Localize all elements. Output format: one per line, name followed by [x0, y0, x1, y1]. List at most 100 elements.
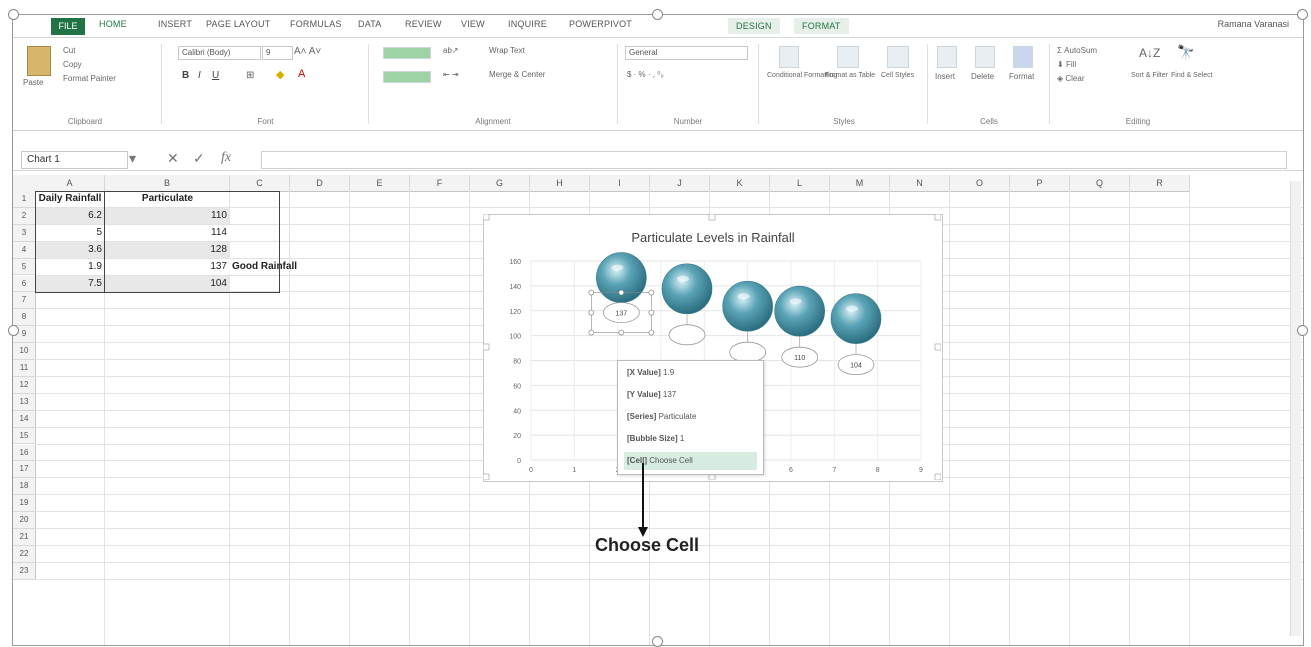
- column-header-d[interactable]: D: [290, 175, 350, 192]
- tab-insert[interactable]: INSERT: [158, 19, 192, 29]
- format-cells-icon[interactable]: [1013, 46, 1033, 68]
- row-header-11[interactable]: 11: [13, 360, 36, 377]
- chart-resize-handle[interactable]: [483, 343, 490, 351]
- menu-item-series[interactable]: [Series] Particulate: [624, 408, 757, 426]
- menu-item-x-value[interactable]: [X Value] 1.9: [624, 364, 757, 382]
- row-header-4[interactable]: 4: [13, 241, 36, 259]
- row-header-15[interactable]: 15: [13, 427, 36, 445]
- column-header-m[interactable]: M: [830, 175, 890, 192]
- orientation-icon[interactable]: ab↗: [443, 46, 459, 55]
- row-header-8[interactable]: 8: [13, 309, 36, 327]
- selection-handle[interactable]: [588, 329, 595, 336]
- row-header-12[interactable]: 12: [13, 376, 36, 394]
- selection-handle[interactable]: [588, 289, 595, 296]
- row-header-1[interactable]: 1: [13, 191, 36, 208]
- resize-handle-right[interactable]: [1297, 325, 1308, 336]
- tab-file[interactable]: FILE: [51, 18, 85, 35]
- selection-handle[interactable]: [618, 329, 625, 336]
- column-header-a[interactable]: A: [35, 175, 105, 192]
- column-header-j[interactable]: J: [650, 175, 710, 192]
- autosum-button[interactable]: Σ AutoSum: [1057, 46, 1097, 55]
- tab-view[interactable]: VIEW: [461, 19, 485, 29]
- find-icon[interactable]: 🔭: [1177, 44, 1194, 61]
- row-header-13[interactable]: 13: [13, 393, 36, 411]
- underline-icon[interactable]: U: [212, 70, 219, 81]
- selection-handle[interactable]: [648, 289, 655, 296]
- row-header-6[interactable]: 6: [13, 275, 36, 293]
- number-format-combo[interactable]: General: [625, 46, 748, 60]
- format-painter-button[interactable]: Format Painter: [63, 74, 116, 83]
- tab-powerpivot[interactable]: POWERPIVOT: [569, 19, 632, 29]
- data-label-text[interactable]: 137: [615, 311, 627, 318]
- menu-item-y-value[interactable]: [Y Value] 137: [624, 386, 757, 404]
- insert-function-icon[interactable]: fx: [221, 150, 231, 166]
- resize-handle-top-right[interactable]: [1297, 9, 1308, 20]
- row-header-20[interactable]: 20: [13, 512, 36, 529]
- insert-button[interactable]: Insert: [935, 72, 955, 81]
- column-header-f[interactable]: F: [410, 175, 470, 192]
- sort-filter-icon[interactable]: A↓Z: [1139, 46, 1160, 60]
- tab-review[interactable]: REVIEW: [405, 19, 442, 29]
- data-label-text[interactable]: 104: [850, 363, 862, 370]
- selection-handle[interactable]: [648, 309, 655, 316]
- name-box-dropdown-icon[interactable]: ▾: [129, 150, 136, 167]
- paste-icon[interactable]: [27, 46, 51, 76]
- currency-icon[interactable]: $ · % · , ⁰₀: [627, 70, 664, 79]
- bubble-point[interactable]: [661, 263, 713, 315]
- cut-button[interactable]: Cut: [63, 46, 75, 55]
- clear-button[interactable]: ◈ Clear: [1057, 74, 1085, 83]
- select-all-corner[interactable]: [13, 175, 36, 192]
- bubble-point[interactable]: [722, 280, 773, 332]
- fill-color-icon[interactable]: ◆: [276, 68, 284, 81]
- menu-item-bubble-size[interactable]: [Bubble Size] 1: [624, 430, 757, 448]
- row-header-10[interactable]: 10: [13, 343, 36, 360]
- format-button[interactable]: Format: [1009, 72, 1034, 81]
- row-header-17[interactable]: 17: [13, 461, 36, 479]
- borders-icon[interactable]: ⊞: [246, 70, 254, 81]
- column-header-r[interactable]: R: [1130, 175, 1190, 192]
- cancel-icon[interactable]: ✕: [167, 150, 179, 167]
- indent-icon[interactable]: ⇤ ⇥: [443, 70, 459, 79]
- chart-resize-handle[interactable]: [934, 214, 941, 221]
- column-header-e[interactable]: E: [350, 175, 410, 192]
- delete-cells-icon[interactable]: [975, 46, 995, 68]
- chart-resize-handle[interactable]: [483, 214, 490, 221]
- tab-formulas[interactable]: FORMULAS: [290, 19, 342, 29]
- row-header-21[interactable]: 21: [13, 529, 36, 546]
- font-grow-icon[interactable]: A˄ A˅: [294, 46, 321, 57]
- column-header-p[interactable]: P: [1010, 175, 1070, 192]
- conditional-formatting-icon[interactable]: [779, 46, 799, 68]
- font-color-icon[interactable]: A: [298, 68, 305, 80]
- row-header-22[interactable]: 22: [13, 545, 36, 563]
- merge-center-button[interactable]: Merge & Center: [489, 70, 545, 79]
- column-header-i[interactable]: I: [590, 175, 650, 192]
- row-header-16[interactable]: 16: [13, 444, 36, 462]
- data-label-context-menu[interactable]: [X Value] 1.9 [Y Value] 137 [Series] Par…: [617, 360, 764, 475]
- insert-cells-icon[interactable]: [937, 46, 957, 68]
- format-table-icon[interactable]: [837, 46, 859, 68]
- font-size-combo[interactable]: 9: [262, 46, 293, 60]
- tab-design[interactable]: DESIGN: [728, 18, 780, 34]
- user-name[interactable]: Ramana Varanasi: [1218, 19, 1289, 29]
- row-header-7[interactable]: 7: [13, 292, 36, 310]
- row-header-14[interactable]: 14: [13, 410, 36, 428]
- row-header-19[interactable]: 19: [13, 495, 36, 513]
- row-header-23[interactable]: 23: [13, 562, 36, 580]
- selection-handle[interactable]: [648, 329, 655, 336]
- row-header-5[interactable]: 5: [13, 258, 36, 276]
- bold-icon[interactable]: B: [182, 70, 189, 81]
- column-header-h[interactable]: H: [530, 175, 590, 192]
- resize-handle-left[interactable]: [8, 325, 19, 336]
- bubble-point[interactable]: [830, 293, 882, 344]
- align-top-icon[interactable]: [383, 47, 431, 59]
- cell-styles-icon[interactable]: [887, 46, 909, 68]
- chart-resize-handle[interactable]: [483, 473, 490, 480]
- tab-inquire[interactable]: INQUIRE: [508, 19, 547, 29]
- copy-button[interactable]: Copy: [63, 60, 82, 69]
- data-label-text[interactable]: 110: [794, 355, 805, 362]
- selection-handle[interactable]: [588, 309, 595, 316]
- data-label-callout[interactable]: [668, 324, 706, 346]
- sort-filter-button[interactable]: Sort & Filter: [1131, 72, 1168, 79]
- fill-button[interactable]: ⬇ Fill: [1057, 60, 1076, 69]
- column-header-c[interactable]: C: [230, 175, 290, 192]
